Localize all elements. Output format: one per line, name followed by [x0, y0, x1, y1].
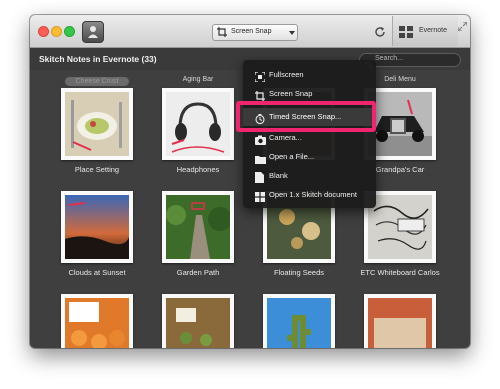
note-thumbnail [61, 88, 133, 160]
note-caption: Floating Seeds [273, 268, 325, 277]
screen-snap-label: Screen Snap [231, 28, 272, 35]
menu-item-label: Open 1.x Skitch document [269, 190, 357, 199]
menu-item-open-file[interactable]: Open a File... [243, 148, 376, 166]
zoom-window-button[interactable] [64, 26, 75, 37]
evernote-label: Evernote [419, 27, 448, 34]
note-tile[interactable]: Clouds at Sunset [57, 179, 137, 281]
note-thumbnail [61, 294, 133, 348]
note-caption: Clouds at Sunset [68, 268, 126, 277]
capture-options-menu: Fullscreen Screen Snap Timed Screen Snap… [243, 60, 376, 208]
note-tile[interactable] [158, 282, 238, 348]
sync-icon[interactable] [374, 25, 386, 43]
close-window-button[interactable] [38, 26, 49, 37]
note-caption: ETC Whiteboard Carlos [360, 268, 440, 277]
menu-item-label: Fullscreen [269, 70, 304, 79]
skitch-window: Screen Snap Evernote Skitch Notes in Eve… [30, 15, 470, 348]
menu-item-fullscreen[interactable]: Fullscreen [243, 66, 376, 84]
title-bar: Screen Snap Evernote [30, 15, 470, 48]
search-placeholder: Search... [375, 55, 404, 62]
note-tile[interactable]: Cheese Crust Place Setting [57, 76, 137, 178]
screen-snap-button[interactable]: Screen Snap [212, 24, 287, 41]
menu-item-label: Open a File... [269, 152, 315, 161]
note-caption: Headphones [176, 165, 220, 174]
crop-icon [217, 27, 227, 39]
note-thumbnail [61, 191, 133, 263]
note-top-label: Aging Bar [182, 76, 214, 83]
menu-item-label: Blank [269, 171, 288, 180]
minimize-window-button[interactable] [51, 26, 62, 37]
highlight-callout-box [236, 101, 376, 132]
note-tile[interactable] [259, 282, 339, 348]
section-title: Skitch Notes in Evernote (33) [39, 54, 157, 64]
fullscreen-toggle-icon[interactable] [457, 18, 468, 36]
grid-view-icon [399, 25, 413, 43]
note-thumbnail [263, 294, 335, 348]
menu-item-label: Screen Snap [269, 89, 313, 98]
note-thumbnail [364, 294, 436, 348]
capture-options-dropdown-button[interactable] [286, 24, 298, 41]
skitch-grid-icon [255, 189, 265, 207]
note-tile[interactable] [360, 282, 440, 348]
menu-item-blank[interactable]: Blank [243, 167, 376, 185]
note-thumbnail [162, 191, 234, 263]
note-thumbnail [162, 294, 234, 348]
note-tile[interactable]: Aging Bar Headphones [158, 76, 238, 178]
note-caption: Place Setting [74, 165, 120, 174]
note-tile[interactable] [57, 282, 137, 348]
note-thumbnail [162, 88, 234, 160]
skitch-account-icon[interactable] [82, 21, 104, 43]
note-tile[interactable]: Garden Path [158, 179, 238, 281]
menu-item-open-skitch-1x[interactable]: Open 1.x Skitch document [243, 186, 376, 204]
evernote-notes-toggle[interactable]: Evernote [392, 16, 458, 46]
note-top-label: Cheese Crust [65, 77, 129, 86]
menu-item-label: Camera... [269, 133, 302, 142]
note-caption: Garden Path [176, 268, 220, 277]
